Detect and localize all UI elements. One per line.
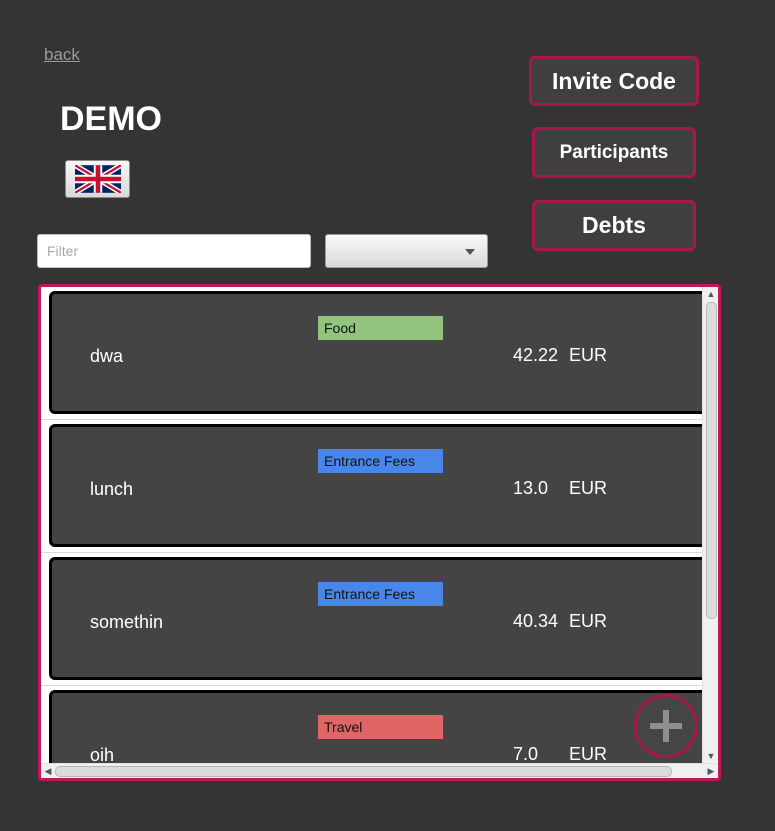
expense-tag: Entrance Fees — [318, 449, 443, 473]
vertical-scroll-thumb[interactable] — [706, 302, 717, 619]
expense-tag: Food — [318, 316, 443, 340]
expense-card[interactable]: lunch Entrance Fees 13.0 EUR — [49, 424, 705, 547]
expense-card[interactable]: dwa Food 42.22 EUR — [49, 291, 705, 414]
expense-currency: EUR — [569, 611, 608, 631]
scroll-left-icon[interactable]: ◀ — [41, 764, 55, 778]
expense-tag: Entrance Fees — [318, 582, 443, 606]
expense-currency: EUR — [569, 744, 608, 763]
expense-name: somethin — [90, 612, 164, 632]
scroll-down-icon[interactable]: ▼ — [703, 749, 718, 763]
tag-filter-select[interactable] — [325, 234, 488, 268]
expense-list[interactable]: dwa Food 42.22 EUR lunch Entrance Fees 1… — [38, 284, 721, 781]
horizontal-scrollbar[interactable]: ◀ ▶ — [41, 763, 718, 778]
expense-amount: 13.0 — [513, 478, 549, 498]
scroll-right-icon[interactable]: ▶ — [704, 764, 718, 778]
expense-amount: 42.22 — [513, 345, 559, 365]
expense-tag: Travel — [318, 715, 443, 739]
expense-currency: EUR — [569, 478, 608, 498]
list-item[interactable]: somethin Entrance Fees 40.34 EUR — [41, 553, 705, 686]
expense-card[interactable]: somethin Entrance Fees 40.34 EUR — [49, 557, 705, 680]
add-expense-button[interactable] — [634, 694, 698, 758]
expense-list-viewport: dwa Food 42.22 EUR lunch Entrance Fees 1… — [41, 287, 705, 763]
back-link[interactable]: back — [44, 45, 80, 65]
vertical-scrollbar[interactable]: ▲ ▼ — [702, 287, 718, 763]
expense-name: dwa — [90, 346, 124, 366]
chevron-down-icon — [465, 249, 475, 255]
debts-button[interactable]: Debts — [532, 200, 696, 251]
expense-amount: 40.34 — [513, 611, 559, 631]
uk-flag-icon — [74, 165, 121, 193]
expense-name: oih — [90, 745, 115, 763]
expense-currency: EUR — [569, 345, 608, 365]
expense-name: lunch — [90, 479, 134, 499]
invite-code-button[interactable]: Invite Code — [529, 56, 699, 106]
event-title: DEMO — [60, 100, 162, 138]
filter-input[interactable] — [37, 234, 311, 268]
horizontal-scroll-thumb[interactable] — [55, 766, 672, 777]
list-item[interactable]: dwa Food 42.22 EUR — [41, 287, 705, 420]
list-item[interactable]: lunch Entrance Fees 13.0 EUR — [41, 420, 705, 553]
scroll-up-icon[interactable]: ▲ — [703, 287, 718, 301]
plus-icon — [650, 710, 682, 742]
expense-card[interactable]: oih Travel 7.0 EUR — [49, 690, 705, 763]
list-item[interactable]: oih Travel 7.0 EUR — [41, 686, 705, 763]
participants-button[interactable]: Participants — [532, 127, 696, 178]
expense-amount: 7.0 — [513, 744, 539, 763]
language-button[interactable] — [65, 160, 130, 198]
